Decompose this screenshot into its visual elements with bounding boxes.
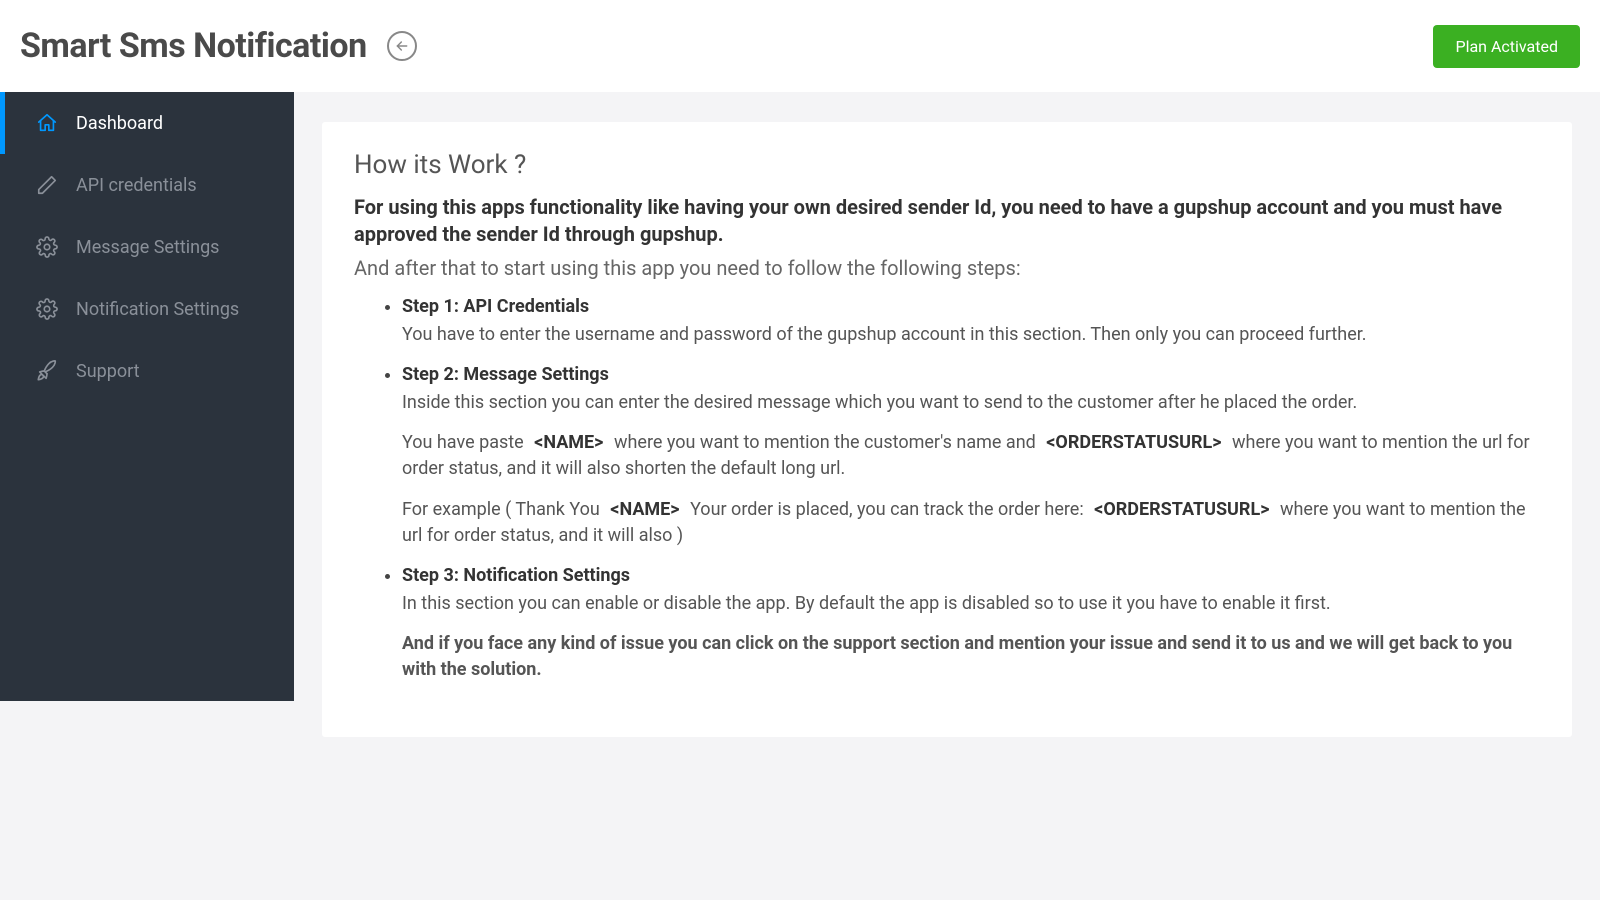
- app-header: Smart Sms Notification Plan Activated: [0, 0, 1600, 92]
- sidebar-item-dashboard[interactable]: Dashboard: [0, 92, 294, 154]
- sidebar: Dashboard API credentials Message Settin…: [0, 92, 294, 701]
- step-text: You have paste <NAME> where you want to …: [402, 430, 1540, 482]
- step-item: Step 1: API Credentials You have to ente…: [402, 294, 1540, 348]
- step-body: Inside this section you can enter the de…: [402, 390, 1540, 548]
- main-content: How its Work ? For using this apps funct…: [294, 92, 1600, 900]
- body-wrap: Dashboard API credentials Message Settin…: [0, 92, 1600, 900]
- step-body: You have to enter the username and passw…: [402, 322, 1540, 348]
- orderstatusurl-placeholder: <ORDERSTATUSURL>: [1040, 432, 1227, 453]
- sidebar-item-api-credentials[interactable]: API credentials: [0, 154, 294, 216]
- how-it-works-card: How its Work ? For using this apps funct…: [322, 122, 1572, 737]
- steps-list: Step 1: API Credentials You have to ente…: [354, 294, 1540, 683]
- step-item: Step 3: Notification Settings In this se…: [402, 563, 1540, 683]
- gear-icon: [36, 236, 58, 258]
- rocket-icon: [36, 360, 58, 382]
- name-placeholder: <NAME>: [604, 499, 685, 520]
- arrow-left-icon: [394, 38, 410, 54]
- step-text: In this section you can enable or disabl…: [402, 591, 1540, 617]
- step-title: Step 3: Notification Settings: [402, 563, 1540, 589]
- orderstatusurl-placeholder: <ORDERSTATUSURL>: [1088, 499, 1275, 520]
- step-body: In this section you can enable or disabl…: [402, 591, 1540, 683]
- sidebar-item-support[interactable]: Support: [0, 340, 294, 402]
- sidebar-item-label: Notification Settings: [76, 299, 239, 320]
- sidebar-item-notification-settings[interactable]: Notification Settings: [0, 278, 294, 340]
- plan-activated-badge[interactable]: Plan Activated: [1433, 25, 1580, 68]
- step-text: For example ( Thank You <NAME> Your orde…: [402, 497, 1540, 549]
- header-left: Smart Sms Notification: [20, 26, 417, 66]
- step-text: You have to enter the username and passw…: [402, 322, 1540, 348]
- sidebar-item-label: API credentials: [76, 175, 197, 196]
- step-title: Step 1: API Credentials: [402, 294, 1540, 320]
- gear-icon: [36, 298, 58, 320]
- card-title: How its Work ?: [354, 150, 1540, 180]
- home-icon: [36, 112, 58, 134]
- support-note: And if you face any kind of issue you ca…: [402, 631, 1540, 683]
- sidebar-item-message-settings[interactable]: Message Settings: [0, 216, 294, 278]
- intro-paragraph-bold: For using this apps functionality like h…: [354, 194, 1540, 248]
- app-title: Smart Sms Notification: [20, 26, 367, 66]
- step-title: Step 2: Message Settings: [402, 362, 1540, 388]
- name-placeholder: <NAME>: [528, 432, 609, 453]
- pencil-icon: [36, 174, 58, 196]
- intro-paragraph-sub: And after that to start using this app y…: [354, 256, 1540, 280]
- step-text: Inside this section you can enter the de…: [402, 390, 1540, 416]
- sidebar-item-label: Dashboard: [76, 113, 163, 134]
- step-item: Step 2: Message Settings Inside this sec…: [402, 362, 1540, 549]
- sidebar-item-label: Support: [76, 361, 140, 382]
- sidebar-item-label: Message Settings: [76, 237, 219, 258]
- back-button[interactable]: [387, 31, 417, 61]
